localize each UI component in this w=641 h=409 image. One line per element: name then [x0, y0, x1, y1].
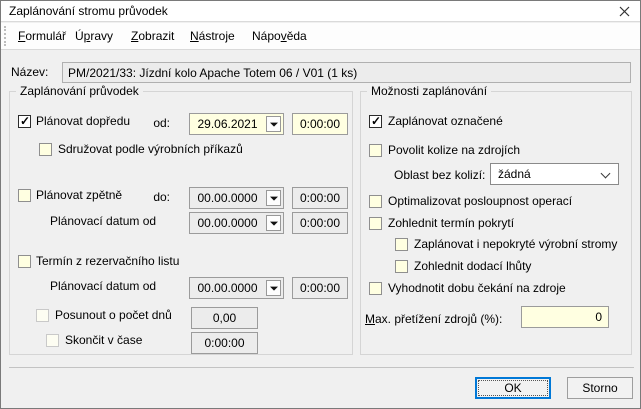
menu-bar: Formulář Úpravy Zobrazit Nástroje Nápově… — [1, 23, 640, 50]
collision-free-area-value: žádná — [498, 164, 531, 184]
dropdown-arrow-icon — [270, 197, 278, 201]
dropdown-arrow-icon — [270, 123, 278, 127]
chevron-down-icon — [601, 169, 611, 179]
planning-date-2-time-field: 0:00:00 — [292, 277, 348, 299]
planning-date-1-value: 00.00.0000 — [190, 213, 265, 233]
end-at-time-label: Skončit v čase — [65, 333, 142, 348]
delivery-times-checkbox[interactable] — [395, 260, 408, 273]
plan-forward-label: Plánovat dopředu — [36, 114, 130, 129]
plan-forward-time-field[interactable]: 0:00:00 — [292, 113, 348, 135]
collision-free-area-combobox[interactable]: žádná — [490, 163, 619, 185]
planning-date-2-label: Plánovací datum od — [50, 279, 156, 294]
group-by-orders-checkbox[interactable] — [39, 143, 52, 156]
end-at-time-field: 0:00:00 — [191, 332, 258, 354]
plan-forward-from-label: od: — [122, 116, 170, 131]
menu-item-zobrazit[interactable]: Zobrazit — [131, 29, 174, 43]
reservation-term-checkbox[interactable] — [18, 255, 31, 268]
max-overload-label: Max. přetížení zdrojů (%): — [365, 312, 502, 327]
plan-forward-checkbox[interactable] — [18, 115, 31, 128]
name-label: Název: — [11, 65, 48, 80]
uncovered-trees-checkbox[interactable] — [395, 238, 408, 251]
dropdown-arrow-icon — [270, 287, 278, 291]
plan-backward-label: Plánovat zpětně — [36, 188, 122, 203]
planning-date-1-label: Plánovací datum od — [50, 214, 156, 229]
group-options-title: Možnosti zaplánování — [367, 84, 491, 99]
group-schedule: Zaplánování průvodek Plánovat dopředu od… — [9, 91, 353, 355]
planning-date-2-dropdown-button — [266, 280, 281, 296]
allow-collisions-label: Povolit kolize na zdrojích — [388, 143, 520, 158]
optimize-sequence-label: Optimalizovat posloupnost operací — [388, 194, 572, 209]
name-field — [62, 62, 631, 83]
menu-item-napoveda[interactable]: Nápověda — [252, 29, 307, 43]
ok-button[interactable]: OK — [475, 377, 551, 399]
schedule-marked-checkbox[interactable] — [369, 115, 382, 128]
toolbar-grip-icon[interactable] — [4, 26, 7, 46]
separator — [9, 367, 634, 368]
plan-backward-date-combo: 00.00.0000 — [189, 187, 284, 209]
planning-date-1-combo: 00.00.0000 — [189, 212, 284, 234]
plan-backward-date-dropdown-button — [266, 190, 281, 206]
shift-days-label: Posunout o počet dnů — [55, 308, 172, 323]
menu-item-nastroje[interactable]: Nástroje — [190, 29, 235, 43]
plan-backward-checkbox[interactable] — [18, 189, 31, 202]
plan-forward-date-value: 29.06.2021 — [190, 114, 265, 134]
menu-item-upravy[interactable]: Úpravy — [75, 29, 113, 43]
coverage-term-label: Zohlednit termín pokrytí — [388, 216, 514, 231]
group-schedule-title: Zaplánování průvodek — [16, 84, 143, 99]
planning-date-1-time-field: 0:00:00 — [292, 212, 348, 234]
allow-collisions-checkbox[interactable] — [369, 144, 382, 157]
close-icon — [619, 6, 630, 17]
close-button[interactable] — [616, 4, 632, 19]
group-by-orders-label: Sdružovat podle výrobních příkazů — [58, 142, 243, 157]
dialog-title: Zaplánování stromu průvodek — [9, 4, 168, 18]
shift-days-field: 0,00 — [191, 307, 258, 329]
menu-item-formular[interactable]: Formulář — [18, 29, 66, 43]
max-overload-input[interactable] — [521, 306, 609, 328]
delivery-times-label: Zohlednit dodací lhůty — [414, 259, 531, 274]
plan-backward-time-field: 0:00:00 — [292, 187, 348, 209]
title-bar: Zaplánování stromu průvodek — [1, 1, 640, 22]
plan-forward-date-combo[interactable]: 29.06.2021 — [189, 113, 284, 135]
reservation-term-label: Termín z rezervačního listu — [36, 254, 179, 269]
storno-button[interactable]: Storno — [567, 377, 633, 399]
optimize-sequence-checkbox[interactable] — [369, 195, 382, 208]
plan-forward-date-dropdown-button[interactable] — [266, 116, 281, 132]
shift-days-checkbox — [36, 309, 49, 322]
waiting-time-label: Vyhodnotit dobu čekání na zdroje — [388, 281, 566, 296]
end-at-time-checkbox — [46, 334, 59, 347]
waiting-time-checkbox[interactable] — [369, 282, 382, 295]
schedule-marked-label: Zaplánovat označené — [388, 114, 503, 129]
coverage-term-checkbox[interactable] — [369, 217, 382, 230]
plan-backward-date-value: 00.00.0000 — [190, 188, 265, 208]
planning-date-1-dropdown-button — [266, 215, 281, 231]
dropdown-arrow-icon — [270, 222, 278, 226]
planning-date-2-combo: 00.00.0000 — [189, 277, 284, 299]
plan-backward-to-label: do: — [122, 190, 170, 205]
uncovered-trees-label: Zaplánovat i nepokryté výrobní stromy — [414, 237, 617, 252]
planning-date-2-value: 00.00.0000 — [190, 278, 265, 298]
collision-free-area-label: Oblast bez kolizí: — [394, 168, 485, 183]
dialog-window: Zaplánování stromu průvodek Formulář Úpr… — [0, 0, 641, 409]
